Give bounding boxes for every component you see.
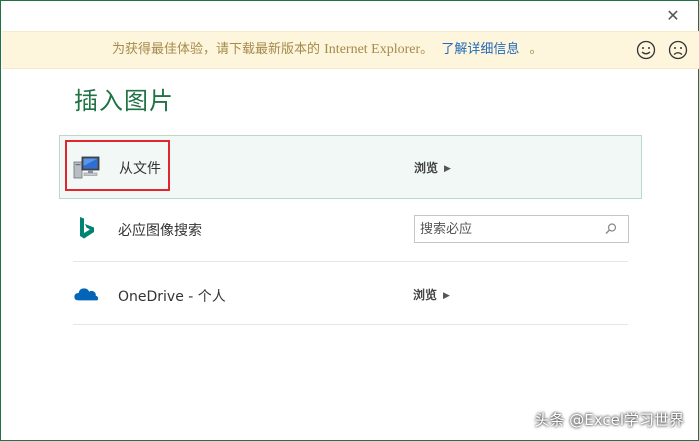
banner-browser-name: Internet Explorer — [324, 42, 421, 57]
onedrive-label: OneDrive - 个人 — [118, 289, 226, 305]
highlight-annotation — [65, 140, 170, 191]
chevron-right-icon: ▶ — [444, 164, 451, 174]
from-file-browse-button[interactable]: 浏览 ▶ — [414, 159, 451, 176]
smiley-sad-icon[interactable] — [668, 40, 688, 60]
page-title: 插入图片 — [74, 87, 174, 115]
bing-search-label: 必应图像搜索 — [118, 223, 202, 239]
bing-search-box — [414, 215, 629, 243]
learn-more-link[interactable]: 了解详细信息 — [441, 42, 519, 57]
banner-message: 为获得最佳体验，请下载最新版本的 Internet Explorer。 了解详细… — [112, 32, 542, 68]
onedrive-row[interactable]: OneDrive - 个人 浏览 ▶ — [73, 262, 628, 325]
banner-trailing: 。 — [529, 42, 543, 57]
browse-label: 浏览 — [414, 161, 439, 175]
banner-punct: 。 — [420, 42, 434, 57]
watermark: 头条 @Excel学习世界 — [534, 411, 684, 429]
onedrive-browse-button[interactable]: 浏览 ▶ — [413, 286, 450, 303]
bing-search-input[interactable] — [415, 216, 595, 242]
browse-label: 浏览 — [413, 288, 438, 302]
close-icon: ✕ — [666, 6, 680, 25]
banner-text: 为获得最佳体验，请下载最新版本的 — [112, 42, 325, 57]
chevron-right-icon: ▶ — [443, 291, 450, 301]
browser-upgrade-banner: 为获得最佳体验，请下载最新版本的 Internet Explorer。 了解详细… — [2, 31, 699, 69]
cloud-icon — [74, 288, 99, 301]
insert-picture-dialog: ✕ 为获得最佳体验，请下载最新版本的 Internet Explorer。 了解… — [0, 0, 699, 441]
close-button[interactable]: ✕ — [664, 7, 682, 25]
bing-icon — [80, 217, 94, 239]
search-icon[interactable] — [604, 222, 618, 236]
smiley-happy-icon[interactable] — [636, 40, 656, 60]
